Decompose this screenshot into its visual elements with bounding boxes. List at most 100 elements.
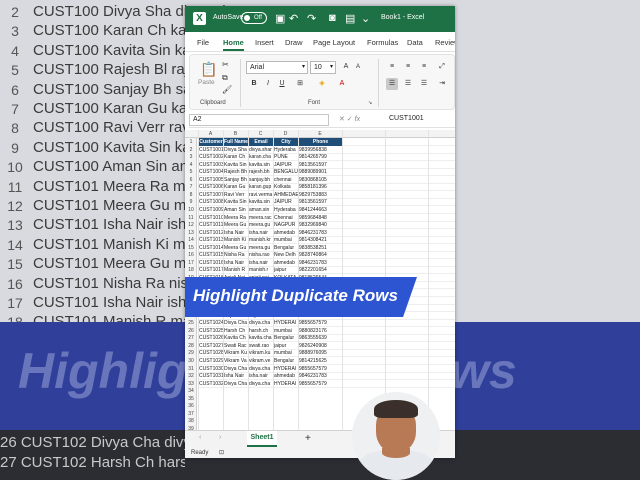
borders-icon[interactable]: ⊞ bbox=[294, 78, 306, 90]
column-header-d[interactable]: D bbox=[273, 131, 298, 137]
tab-data[interactable]: Data bbox=[407, 38, 423, 47]
autosave-label: AutoSave bbox=[213, 14, 244, 21]
accessibility-icon[interactable]: ⊡ bbox=[219, 449, 224, 456]
table-cell[interactable]: Divya Cha bbox=[223, 380, 248, 388]
column-header-a[interactable]: A bbox=[198, 131, 223, 137]
background-banner-text-right: ws bbox=[450, 343, 517, 399]
background-dark-row: 27 CUST102 Harsh Ch harsh.ch bbox=[0, 454, 185, 471]
status-text: Ready bbox=[191, 450, 209, 456]
dialog-launcher-icon[interactable]: ↘ bbox=[368, 100, 372, 106]
next-sheet-icon[interactable]: › bbox=[219, 434, 221, 441]
tab-file[interactable]: File bbox=[197, 38, 209, 47]
column-header-c[interactable]: C bbox=[248, 131, 273, 137]
chevron-down-icon: ▾ bbox=[329, 64, 333, 70]
ribbon-separator bbox=[240, 59, 241, 107]
chevron-down-icon: ▾ bbox=[301, 64, 305, 70]
table-cell[interactable]: CUST1032 bbox=[198, 380, 223, 388]
prev-sheet-icon[interactable]: ‹ bbox=[199, 434, 201, 441]
background-dark-row: 26 CUST102 Divya Cha divya.cha bbox=[0, 434, 185, 451]
background-row-number: 9 bbox=[11, 139, 19, 156]
title-bar: X AutoSave Off ▣ ↶ ↷ ◙ ▤ ⌄ Book1 - Excel bbox=[185, 6, 455, 32]
font-group-label: Font bbox=[308, 100, 321, 106]
background-row-number: 6 bbox=[11, 81, 19, 98]
font-size-value: 10 bbox=[314, 64, 322, 71]
paste-label: Paste bbox=[198, 79, 215, 86]
align-top-icon[interactable]: ≡ bbox=[386, 61, 398, 73]
background-row-number: 7 bbox=[11, 101, 19, 117]
formula-value[interactable]: CUST1001 bbox=[389, 115, 424, 122]
background-row-number: 11 bbox=[7, 178, 23, 195]
decrease-font-icon[interactable]: A bbox=[352, 61, 364, 73]
banner-title: Highlight Duplicate Rows bbox=[193, 286, 398, 305]
align-center-icon[interactable]: ☰ bbox=[402, 78, 414, 90]
column-header-b[interactable]: B bbox=[223, 131, 248, 137]
sheet-tab-sheet1[interactable]: Sheet1 bbox=[247, 431, 277, 447]
formula-icons[interactable]: ✕ ✓ fx bbox=[339, 115, 360, 123]
tab-review[interactable]: Review bbox=[435, 38, 455, 47]
camera-icon[interactable]: ◙ bbox=[329, 12, 336, 24]
tab-formulas[interactable]: Formulas bbox=[367, 38, 398, 47]
column-header-e[interactable]: E bbox=[298, 131, 342, 137]
presenter-avatar bbox=[352, 392, 440, 480]
background-row-number: 3 bbox=[11, 23, 19, 40]
background-row-number: 16 bbox=[7, 275, 23, 292]
copy-icon[interactable]: ⧉ bbox=[222, 73, 228, 83]
table-cell[interactable]: 9855657579 bbox=[298, 380, 342, 388]
background-row-number: 5 bbox=[11, 62, 19, 79]
save-icon[interactable]: ▣ bbox=[275, 12, 285, 25]
video-frame: 2 CUST100 Divya Sha divya.sha 3 CUST100 Kar… bbox=[0, 0, 640, 480]
tab-home[interactable]: Home bbox=[223, 38, 244, 51]
font-name-box[interactable]: Arial ▾ bbox=[246, 61, 308, 74]
tab-insert[interactable]: Insert bbox=[255, 38, 274, 47]
font-size-box[interactable]: 10 ▾ bbox=[310, 61, 336, 74]
increase-font-icon[interactable]: A bbox=[340, 61, 352, 73]
gridline bbox=[428, 130, 429, 430]
clipboard-group-label: Clipboard bbox=[200, 100, 226, 106]
excel-window: X AutoSave Off ▣ ↶ ↷ ◙ ▤ ⌄ Book1 - Excel… bbox=[185, 6, 455, 458]
paste-icon[interactable]: 📋 bbox=[200, 61, 217, 78]
autosave-toggle[interactable]: Off bbox=[241, 12, 267, 24]
tab-draw[interactable]: Draw bbox=[285, 38, 303, 47]
background-row-number: 17 bbox=[7, 295, 23, 311]
italic-button[interactable]: I bbox=[262, 78, 274, 90]
font-color-icon[interactable]: A bbox=[336, 78, 348, 90]
indent-icon[interactable]: ⇥ bbox=[436, 78, 448, 90]
format-painter-icon[interactable]: 🖌 bbox=[222, 85, 232, 94]
fill-color-icon[interactable]: ◈ bbox=[316, 78, 328, 90]
background-row-number: 2 bbox=[11, 4, 19, 20]
table-cell[interactable]: HYDERAI bbox=[273, 380, 298, 388]
align-middle-icon[interactable]: ≡ bbox=[402, 61, 414, 73]
excel-logo-icon: X bbox=[193, 12, 206, 25]
table-cell[interactable]: divya.cha bbox=[248, 380, 273, 388]
align-bottom-icon[interactable]: ≡ bbox=[418, 61, 430, 73]
bold-button[interactable]: B bbox=[248, 78, 260, 90]
name-box[interactable]: A2 bbox=[189, 114, 329, 126]
title-banner: Highlight Duplicate Rows bbox=[185, 277, 417, 317]
background-row-number: 4 bbox=[11, 42, 19, 59]
redo-icon[interactable]: ↷ bbox=[307, 12, 316, 25]
table-row: CUST1032 Divya Cha divya.cha HYDERAI 9855657… bbox=[198, 380, 455, 388]
column-headers: ABCDE bbox=[185, 130, 455, 138]
font-name-value: Arial bbox=[250, 64, 265, 71]
background-row-number: 13 bbox=[7, 217, 23, 234]
ribbon-home: 📋 Paste ✂ ⧉ 🖌 Clipboard Arial ▾ 10 ▾ A A B… bbox=[189, 54, 455, 110]
presenter-hair bbox=[374, 400, 418, 418]
align-left-icon[interactable]: ☰ bbox=[386, 78, 398, 90]
tab-page-layout[interactable]: Page Layout bbox=[313, 38, 355, 47]
underline-button[interactable]: U bbox=[276, 78, 288, 90]
align-right-icon[interactable]: ☰ bbox=[418, 78, 430, 90]
background-row-number: 10 bbox=[7, 159, 23, 176]
more-icon[interactable]: ⌄ bbox=[361, 12, 370, 25]
document-title: Book1 - Excel bbox=[381, 14, 425, 21]
background-row-number: 8 bbox=[11, 120, 19, 137]
background-row-number: 15 bbox=[7, 256, 23, 273]
name-box-value: A2 bbox=[193, 116, 202, 123]
image-icon[interactable]: ▤ bbox=[345, 12, 355, 25]
orientation-icon[interactable]: ⤢ bbox=[436, 61, 448, 73]
formula-bar: A2 ✕ ✓ fx CUST1001 bbox=[189, 112, 455, 128]
ribbon-tabs: File Home Insert Draw Page Layout Formulas Dat… bbox=[185, 32, 455, 52]
background-row-number: 12 bbox=[7, 198, 23, 214]
undo-icon[interactable]: ↶ bbox=[289, 12, 298, 25]
add-sheet-icon[interactable]: + bbox=[305, 433, 311, 444]
cut-icon[interactable]: ✂ bbox=[222, 60, 229, 69]
